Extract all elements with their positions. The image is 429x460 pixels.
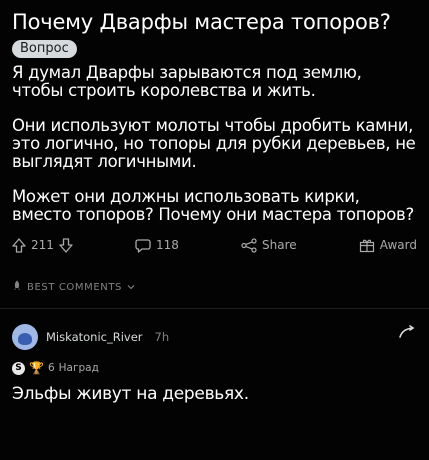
post-page: Почему Дварфы мастера топоров? Вопрос Я … — [0, 0, 429, 460]
sort-label: BEST COMMENTS — [27, 281, 122, 293]
post-paragraph: Я думал Дварфы зарываются под землю, что… — [12, 63, 362, 100]
post-paragraph: Они используют молоты чтобы дробить камн… — [12, 116, 416, 171]
comment-author[interactable]: Miskatonic_River — [46, 330, 143, 344]
comments-button[interactable]: 118 — [135, 238, 179, 253]
comment-sort-dropdown[interactable]: BEST COMMENTS — [12, 280, 417, 294]
comment-body: Эльфы живут на деревьях. — [12, 384, 249, 404]
post-title: Почему Дварфы мастера топоров? — [12, 10, 391, 34]
award-count: 6 — [47, 362, 55, 374]
post-paragraph: Может они должны использовать кирки, вме… — [12, 187, 414, 224]
comment: Miskatonic_River 7h S 🏆 6 Наград Эльфы ж… — [12, 323, 417, 404]
rocket-icon — [12, 280, 22, 294]
comment-header: Miskatonic_River 7h — [12, 323, 417, 351]
post-flair[interactable]: Вопрос — [12, 40, 77, 58]
post-action-bar: 211 118 Share Award — [12, 230, 417, 260]
downvote-icon[interactable] — [59, 237, 73, 253]
comment-bubble-icon — [135, 238, 151, 253]
vote-group: 211 — [12, 237, 73, 253]
award-icon: 🏆 — [29, 361, 44, 375]
award-label: Award — [379, 238, 417, 252]
share-label: Share — [262, 238, 297, 252]
avatar[interactable] — [12, 324, 38, 350]
post-body: Я думал Дварфы зарываются под землю, что… — [12, 64, 417, 224]
silver-award-icon: S — [12, 361, 25, 375]
share-icon — [241, 237, 257, 253]
comment-awards[interactable]: S 🏆 6 Наград — [12, 361, 417, 375]
share-button[interactable]: Share — [241, 237, 297, 253]
upvote-icon[interactable] — [12, 237, 26, 253]
award-button[interactable]: Award — [359, 238, 417, 253]
comment-time: 7h — [154, 330, 170, 344]
award-text: Наград — [58, 362, 99, 374]
gift-icon — [359, 238, 375, 253]
snoo-icon — [397, 323, 415, 345]
vote-count: 211 — [31, 238, 54, 252]
chevron-down-icon — [127, 282, 135, 293]
comment-count: 118 — [156, 238, 179, 252]
divider — [0, 308, 429, 309]
